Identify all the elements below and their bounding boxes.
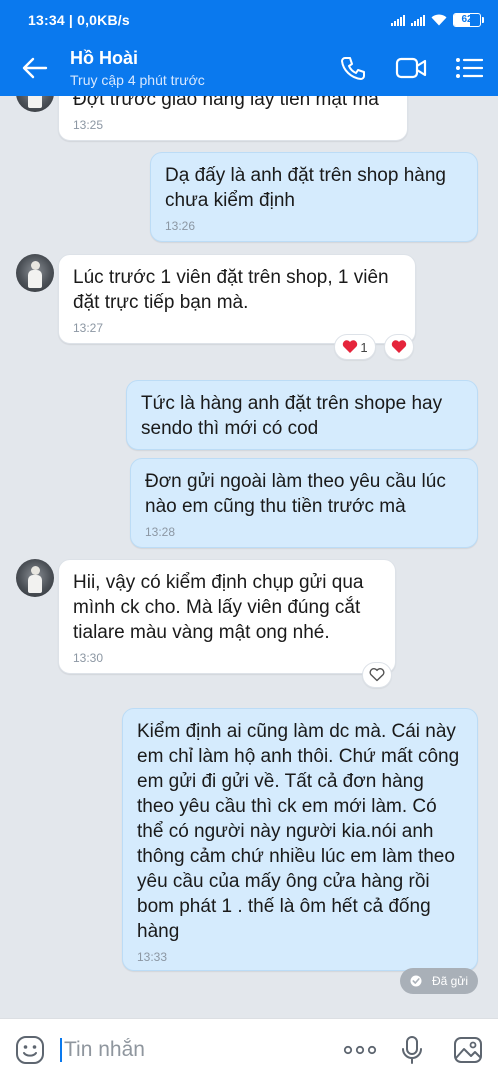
status-icons: 62 [391,13,484,27]
react-button[interactable] [362,662,392,688]
back-button[interactable] [0,40,70,96]
status-time: 13:34 | 0,0KB/s [28,12,130,28]
more-button[interactable] [334,1019,386,1080]
signal-icon [391,14,405,26]
reaction-count-badge[interactable]: 1 [334,334,376,360]
menu-list-icon [456,58,483,78]
message-text: Lúc trước 1 viên đặt trên shop, 1 viên đ… [73,267,389,313]
react-button[interactable] [384,334,414,360]
signal-icon-2 [411,14,425,26]
heart-icon [391,340,407,353]
message-time: 13:27 [73,321,104,335]
emoji-icon [16,1035,44,1064]
message-outgoing[interactable]: Kiểm định ai cũng làm dc mà. Cái này em … [122,708,478,971]
message-text: Dạ đấy là anh đặt trên shop hàng chưa ki… [165,165,446,211]
battery-icon: 62 [453,13,484,27]
message-text: Đơn gửi ngoài làm theo yêu cầu lúc nào e… [145,471,446,517]
avatar[interactable] [16,559,54,597]
avatar[interactable] [16,254,54,292]
menu-button[interactable] [440,40,498,96]
message-time: 13:28 [145,525,176,539]
phone-icon [341,57,365,80]
message-outgoing[interactable]: Tức là hàng anh đặt trên shope hay sendo… [126,380,478,450]
message-incoming[interactable]: Hii, vậy có kiểm định chụp gửi qua mình … [58,559,396,674]
avatar[interactable] [16,96,54,112]
message-field[interactable] [60,1030,334,1070]
chat-header: Hồ Hoài Truy cập 4 phút trước [0,40,498,96]
heart-outline-icon [369,668,385,682]
wifi-icon [431,14,447,26]
video-call-button[interactable] [382,40,440,96]
message-text: Tức là hàng anh đặt trên shope hay sendo… [141,393,443,439]
message-list[interactable]: Đợt trước giao hàng lấy tiền mặt mà 13:2… [0,96,498,1018]
sent-status-text: Đã gửi [431,974,468,988]
message-text: Đợt trước giao hàng lấy tiền mặt mà [73,96,379,110]
message-composer [0,1018,498,1080]
message-text: Kiểm định ai cũng làm dc mà. Cái này em … [137,721,460,942]
battery-level: 62 [461,14,473,25]
message-outgoing[interactable]: Đơn gửi ngoài làm theo yêu cầu lúc nào e… [130,458,478,548]
more-icon [343,1045,377,1054]
contact-info[interactable]: Hồ Hoài Truy cập 4 phút trước [70,47,324,89]
microphone-icon [402,1035,422,1064]
voice-button[interactable] [386,1019,438,1080]
message-incoming[interactable]: Đợt trước giao hàng lấy tiền mặt mà 13:2… [58,96,408,141]
status-bar: 13:34 | 0,0KB/s 62 [0,0,498,40]
call-button[interactable] [324,40,382,96]
message-text: Hii, vậy có kiểm định chụp gửi qua mình … [73,572,364,643]
last-seen: Truy cập 4 phút trước [70,72,205,88]
message-incoming[interactable]: Lúc trước 1 viên đặt trên shop, 1 viên đ… [58,254,416,344]
reaction-count: 1 [360,339,368,355]
message-input[interactable] [60,1037,334,1062]
double-check-icon [410,975,422,987]
message-outgoing[interactable]: Dạ đấy là anh đặt trên shop hàng chưa ki… [150,152,478,242]
sent-status-badge: Đã gửi [399,968,478,994]
message-time: 13:30 [73,651,104,665]
emoji-button[interactable] [0,1019,60,1080]
back-arrow-icon [22,57,48,79]
message-time: 13:25 [73,118,104,132]
heart-icon [343,340,358,353]
message-time: 13:26 [165,219,196,233]
text-caret [60,1037,62,1062]
contact-name: Hồ Hoài [70,48,139,68]
image-icon [454,1036,482,1063]
video-call-icon [395,57,427,79]
image-button[interactable] [438,1019,498,1080]
message-time: 13:33 [137,950,168,964]
